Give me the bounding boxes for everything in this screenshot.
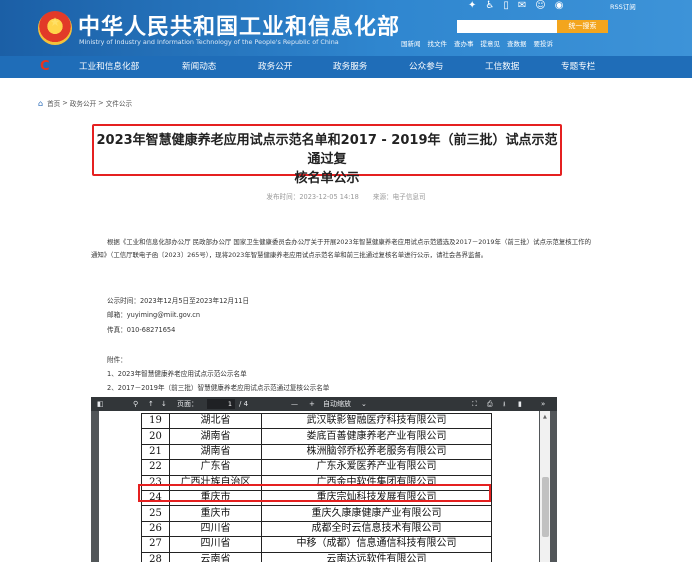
publish-source: 来源：电子信息司 xyxy=(372,193,426,201)
contact-fax: 传真：010-68271654 xyxy=(107,326,176,334)
row-province: 重庆市 xyxy=(169,505,262,522)
row-province: 湖南省 xyxy=(169,428,262,445)
quick-link[interactable]: 要投诉 xyxy=(534,38,554,48)
accessibility-icon[interactable]: ♿ xyxy=(485,0,494,12)
row-number: 26 xyxy=(141,520,170,538)
zoom-out-button[interactable]: — xyxy=(291,397,298,411)
zoom-select[interactable]: 自动缩放 xyxy=(323,397,351,411)
row-company: 娄底百善健康养老产业有限公司 xyxy=(261,428,492,445)
weibo-icon[interactable]: ✦ xyxy=(468,0,476,12)
quick-link[interactable]: 提意见 xyxy=(481,38,501,48)
fullscreen-icon[interactable]: ⛶ xyxy=(472,397,477,411)
row-company: 中移（成都）信息通信科技有限公司 xyxy=(261,536,492,553)
nav-item-public[interactable]: 公众参与 xyxy=(409,56,443,78)
site-title[interactable]: 中华人民共和国工业和信息化部 xyxy=(78,9,400,41)
table-row: 22 广东省 广东永爱医养产业有限公司 xyxy=(141,459,492,476)
article-paragraph: 根据《工业和信息化部办公厅 民政部办公厅 国家卫生健康委员会办公厅关于开展202… xyxy=(91,238,591,259)
row-number: 21 xyxy=(141,443,170,461)
rss-icon[interactable]: ◉ xyxy=(555,0,564,12)
row-company: 重庆久康康健康产业有限公司 xyxy=(261,505,492,522)
breadcrumb-notice[interactable]: 文件公示 xyxy=(106,98,132,108)
row-province: 湖北省 xyxy=(169,412,262,430)
row-company: 成都全时云信息技术有限公司 xyxy=(261,520,492,538)
row-company: 株洲脑邻乔松养老服务有限公司 xyxy=(261,443,492,461)
party-logo-icon[interactable]: C xyxy=(40,60,54,74)
row-province: 四川省 xyxy=(169,520,262,538)
main-nav: C 工业和信息化部 新闻动态 政务公开 政务服务 公众参与 工信数据 专题专栏 xyxy=(0,56,692,78)
pdf-scrollbar-thumb[interactable] xyxy=(542,477,549,537)
nav-item-news[interactable]: 新闻动态 xyxy=(182,56,216,78)
quick-link[interactable]: 国新闻 xyxy=(401,38,421,48)
nav-item-gov-service[interactable]: 政务服务 xyxy=(333,56,367,78)
breadcrumb-home[interactable]: 首页 xyxy=(47,98,60,108)
row-company: 武汉联影智融医疗科技有限公司 xyxy=(261,412,492,430)
publish-time: 发布时间：2023-12-05 14:18 xyxy=(266,193,359,201)
attachment-link[interactable]: 1、2023年智慧健康养老应用试点示范公示名单 xyxy=(107,368,247,378)
national-emblem-icon xyxy=(38,11,72,45)
mail-icon[interactable]: ✉ xyxy=(518,0,526,12)
row-company: 云南达远软件有限公司 xyxy=(261,551,492,562)
quick-link[interactable]: 查办事 xyxy=(454,38,474,48)
print-icon[interactable]: ⎙ xyxy=(487,397,493,411)
row-province: 广东省 xyxy=(169,459,262,476)
table-row: 26 四川省 成都全时云信息技术有限公司 xyxy=(141,520,492,538)
publish-info: 发布时间：2023-12-05 14:18 来源：电子信息司 xyxy=(0,191,692,201)
download-icon[interactable]: ⭳ xyxy=(503,397,505,411)
scroll-up-icon[interactable]: ▲ xyxy=(543,414,547,420)
wechat-icon[interactable]: ☺ xyxy=(535,0,545,12)
search-input[interactable] xyxy=(457,20,557,33)
attachment-link[interactable]: 2、2017－2019年（前三批）智慧健康养老应用试点示范通过复核公示名单 xyxy=(107,382,329,392)
table-row: 25 重庆市 重庆久康康健康产业有限公司 xyxy=(141,505,492,522)
pdf-toolbar: ◧ ⚲ ↑ ↓ 页面： 1 / 4 — + 自动缩放 ⌄ ⛶ ⎙ ⭳ ▮ » xyxy=(91,397,557,411)
site-header: 中华人民共和国工业和信息化部 Ministry of Industry and … xyxy=(0,0,692,56)
nav-item-gov-info[interactable]: 政务公开 xyxy=(258,56,292,78)
zoom-in-button[interactable]: + xyxy=(309,397,315,411)
page-title: 2023年智慧健康养老应用试点示范名单和2017 - 2019年（前三批）试点示… xyxy=(96,133,558,186)
breadcrumb: ⌂ 首页 > 政务公开 > 文件公示 xyxy=(38,98,133,109)
nav-item-data[interactable]: 工信数据 xyxy=(485,56,519,78)
row-company: 广东永爱医养产业有限公司 xyxy=(261,459,492,476)
page-number-input[interactable]: 1 xyxy=(207,399,235,409)
search-button[interactable]: 统一搜索 xyxy=(557,20,608,33)
contact-email: 邮箱：yuyiming@miit.gov.cn xyxy=(107,311,201,319)
search-icon[interactable]: ⚲ xyxy=(133,397,138,411)
row-number: 27 xyxy=(141,536,170,553)
row-province: 湖南省 xyxy=(169,443,262,461)
prev-page-icon[interactable]: ↑ xyxy=(148,397,154,411)
page-total: / 4 xyxy=(239,400,249,408)
rss-link[interactable]: RSS订阅 xyxy=(610,1,636,11)
bookmark-icon[interactable]: ▮ xyxy=(518,397,522,411)
nav-item-topics[interactable]: 专题专栏 xyxy=(561,56,595,78)
quick-links: 国新闻 找文件 查办事 提意见 查数据 要投诉 xyxy=(401,38,553,48)
more-tools-icon[interactable]: » xyxy=(541,397,545,411)
row-highlight-box xyxy=(138,484,491,502)
nav-item-home[interactable]: 工业和信息化部 xyxy=(79,56,139,78)
table-row: 28 云南省 云南达远软件有限公司 xyxy=(141,551,492,562)
home-icon: ⌂ xyxy=(38,98,44,108)
next-page-icon[interactable]: ↓ xyxy=(161,397,167,411)
row-number: 19 xyxy=(141,412,170,430)
page-label: 页面： xyxy=(177,400,198,408)
chevron-down-icon[interactable]: ⌄ xyxy=(361,397,367,411)
row-number: 28 xyxy=(141,551,170,562)
table-row: 20 湖南省 娄底百善健康养老产业有限公司 xyxy=(141,428,492,445)
row-province: 云南省 xyxy=(169,551,262,562)
row-number: 25 xyxy=(141,505,170,522)
attachments-label: 附件： xyxy=(107,356,127,364)
row-province: 四川省 xyxy=(169,536,262,553)
breadcrumb-gov-info[interactable]: 政务公开 xyxy=(70,98,96,108)
quick-link[interactable]: 找文件 xyxy=(428,38,448,48)
mobile-icon[interactable]: ▯ xyxy=(503,0,509,12)
sidebar-toggle-icon[interactable]: ◧ xyxy=(97,397,104,411)
table-row: 19 湖北省 武汉联影智融医疗科技有限公司 xyxy=(141,412,492,430)
top-icon-bar: ✦ ♿ ▯ ✉ ☺ ◉ xyxy=(468,0,563,12)
row-number: 20 xyxy=(141,428,170,445)
table-row: 27 四川省 中移（成都）信息通信科技有限公司 xyxy=(141,536,492,553)
quick-link[interactable]: 查数据 xyxy=(507,38,527,48)
row-number: 22 xyxy=(141,459,170,476)
table-row: 21 湖南省 株洲脑邻乔松养老服务有限公司 xyxy=(141,443,492,461)
notice-period: 公示时间：2023年12月5日至2023年12月11日 xyxy=(107,297,250,305)
site-subtitle: Ministry of Industry and Information Tec… xyxy=(79,38,339,46)
